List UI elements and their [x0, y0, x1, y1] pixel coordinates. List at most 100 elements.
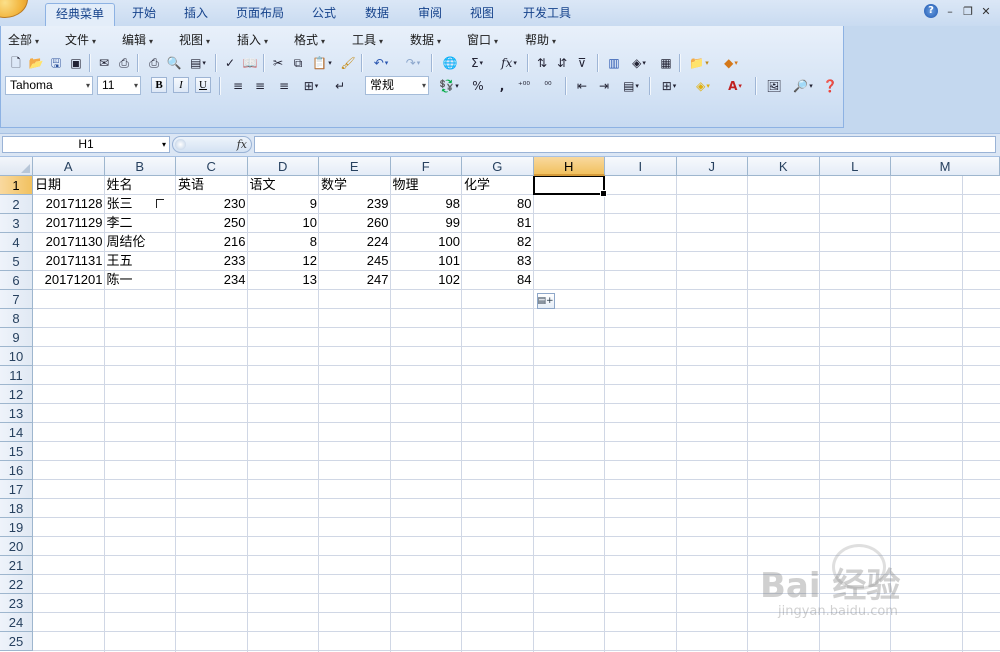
cell-style-icon[interactable]: ▤ ▾: [617, 77, 645, 95]
fill-color-icon[interactable]: ◈ ▾: [689, 77, 717, 95]
align-center-icon[interactable]: ≡: [251, 77, 269, 95]
cell-g2[interactable]: 80: [462, 195, 534, 213]
cell-g4[interactable]: 82: [462, 233, 534, 251]
drawing-icon[interactable]: ◈ ▾: [625, 54, 653, 72]
cell-a3[interactable]: 20171129: [33, 214, 105, 232]
cell-g1[interactable]: 化学: [462, 176, 534, 194]
column-header-l[interactable]: L: [819, 157, 891, 176]
tab-view[interactable]: 视图: [460, 3, 504, 25]
cell-f4[interactable]: 100: [391, 233, 463, 251]
cell-e4[interactable]: 224: [319, 233, 391, 251]
spelling-icon[interactable]: ✓: [221, 54, 239, 72]
row-header-9[interactable]: 9: [0, 328, 33, 347]
paste-icon[interactable]: 📋 ▾: [309, 54, 335, 72]
redo-icon[interactable]: ↷ ▾: [399, 54, 427, 72]
wrap-text-icon[interactable]: ↵: [331, 77, 349, 95]
percent-button[interactable]: %: [469, 77, 487, 95]
row-header-2[interactable]: 2: [0, 195, 33, 214]
row-header-13[interactable]: 13: [0, 404, 33, 423]
cell-g6[interactable]: 84: [462, 271, 534, 289]
cell-e1[interactable]: 数学: [319, 176, 391, 194]
name-box[interactable]: H1 ▾: [2, 136, 170, 153]
row-header-17[interactable]: 17: [0, 480, 33, 499]
picture-icon[interactable]: 🖼: [765, 77, 783, 95]
format-painter-icon[interactable]: 🖌: [339, 54, 357, 72]
permission-icon[interactable]: ▣: [67, 54, 85, 72]
menu-insert[interactable]: 插入 ▾: [237, 30, 268, 50]
formula-input[interactable]: [254, 136, 996, 153]
tab-insert[interactable]: 插入: [172, 3, 220, 25]
undo-icon[interactable]: ↶ ▾: [367, 54, 395, 72]
shapes-icon[interactable]: ◆ ▾: [717, 54, 745, 72]
cell-b6[interactable]: 陈一: [105, 271, 177, 289]
print-preview-icon[interactable]: ⎙: [115, 54, 133, 72]
cell-grid[interactable]: 日期 姓名 英语 语文 数学 物理 化学 20171128 张三 230 9 239 98 80 20171…: [33, 176, 1000, 652]
menu-help[interactable]: 帮助 ▾: [525, 30, 556, 50]
close-icon[interactable]: ✕: [978, 4, 994, 20]
menu-data[interactable]: 数据 ▾: [410, 30, 441, 50]
tab-developer[interactable]: 开发工具: [514, 3, 580, 25]
cell-c1[interactable]: 英语: [176, 176, 248, 194]
cell-e3[interactable]: 260: [319, 214, 391, 232]
row-header-1[interactable]: 1: [0, 176, 33, 195]
zoom-icon[interactable]: 🔎 ▾: [789, 77, 817, 95]
align-left-icon[interactable]: ≡: [229, 77, 247, 95]
tab-formulas[interactable]: 公式: [302, 3, 346, 25]
open-icon[interactable]: 📂: [27, 54, 45, 72]
row-header-4[interactable]: 4: [0, 233, 33, 252]
italic-button[interactable]: I: [173, 77, 189, 93]
cell-d2[interactable]: 9: [248, 195, 320, 213]
column-header-h[interactable]: H: [533, 157, 605, 176]
chart-icon[interactable]: ▥: [605, 54, 623, 72]
autosum-icon[interactable]: Σ ▾: [463, 54, 491, 72]
row-header-16[interactable]: 16: [0, 461, 33, 480]
cell-f6[interactable]: 102: [391, 271, 463, 289]
expand-icon[interactable]: [175, 139, 186, 150]
cell-a6[interactable]: 20171201: [33, 271, 105, 289]
cell-d4[interactable]: 8: [248, 233, 320, 251]
column-header-g[interactable]: G: [462, 157, 534, 176]
paste-options-icon[interactable]: ▤+: [536, 293, 555, 309]
email-icon[interactable]: ✉: [95, 54, 113, 72]
row-header-8[interactable]: 8: [0, 309, 33, 328]
help-icon[interactable]: ?: [924, 4, 938, 18]
filter-icon[interactable]: ⊽: [573, 54, 591, 72]
cell-b1[interactable]: 姓名: [105, 176, 177, 194]
tab-page-layout[interactable]: 页面布局: [226, 3, 294, 25]
cell-b3[interactable]: 李二: [105, 214, 177, 232]
font-size-combo[interactable]: 11 ▾: [97, 76, 141, 95]
borders-icon[interactable]: ⊞ ▾: [655, 77, 683, 95]
row-header-11[interactable]: 11: [0, 366, 33, 385]
cell-c5[interactable]: 233: [176, 252, 248, 270]
cell-b5[interactable]: 王五: [105, 252, 177, 270]
align-right-icon[interactable]: ≡: [275, 77, 293, 95]
cell-g3[interactable]: 81: [462, 214, 534, 232]
tab-home[interactable]: 开始: [118, 3, 170, 25]
row-header-3[interactable]: 3: [0, 214, 33, 233]
menu-file[interactable]: 文件 ▾: [65, 30, 96, 50]
cell-a5[interactable]: 20171131: [33, 252, 105, 270]
save-icon[interactable]: 🖫: [47, 54, 65, 72]
cell-f5[interactable]: 101: [391, 252, 463, 270]
paste-options-dropdown[interactable]: ▤ ▾: [185, 54, 211, 72]
hyperlink-icon[interactable]: 🌐: [441, 54, 459, 72]
bold-button[interactable]: B: [151, 77, 167, 93]
preview-icon[interactable]: 🔍: [165, 54, 183, 72]
cell-a4[interactable]: 20171130: [33, 233, 105, 251]
row-header-15[interactable]: 15: [0, 442, 33, 461]
menu-edit[interactable]: 编辑 ▾: [122, 30, 153, 50]
row-header-25[interactable]: 25: [0, 632, 33, 651]
cut-icon[interactable]: ✂: [269, 54, 287, 72]
row-header-24[interactable]: 24: [0, 613, 33, 632]
insert-function-icon[interactable]: fx: [237, 137, 247, 152]
column-header-j[interactable]: J: [676, 157, 748, 176]
row-header-10[interactable]: 10: [0, 347, 33, 366]
copy-icon[interactable]: ⧉: [289, 54, 307, 72]
row-header-14[interactable]: 14: [0, 423, 33, 442]
currency-icon[interactable]: 💱 ▾: [435, 77, 463, 95]
decrease-decimal-icon[interactable]: ⁰⁰: [539, 77, 557, 95]
row-header-12[interactable]: 12: [0, 385, 33, 404]
tab-review[interactable]: 审阅: [408, 3, 452, 25]
column-header-k[interactable]: K: [748, 157, 820, 176]
research-icon[interactable]: 📖: [241, 54, 259, 72]
